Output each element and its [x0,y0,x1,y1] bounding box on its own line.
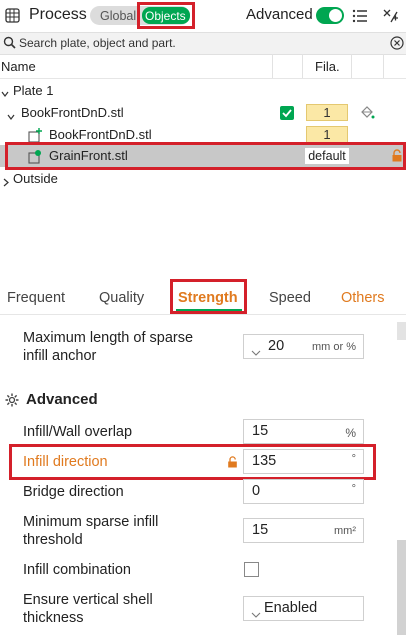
plate-label: Plate 1 [13,83,54,98]
ensure-vertical-value: Enabled [264,600,318,616]
scrollbar-track[interactable] [397,322,406,340]
column-divider [383,54,384,78]
min-sparse-unit: mm² [334,525,356,537]
modifier-icon [27,148,43,164]
infill-combination-checkbox[interactable] [244,562,259,577]
modifier-label: GrainFront.stl [49,148,128,163]
infill-direction-label: Infill direction [23,454,108,470]
min-sparse-value: 15 [252,522,269,538]
tab-speed[interactable]: Speed [269,290,311,306]
infill-wall-overlap-input[interactable]: 15 % [243,419,364,444]
list-icon[interactable] [352,8,368,24]
tab-strength[interactable]: Strength [178,290,238,306]
active-tab-underline [176,309,242,312]
min-sparse-input[interactable]: 15 mm² [243,518,364,543]
lock-icon[interactable] [227,455,238,468]
tab-quality[interactable]: Quality [99,290,144,306]
part-label: BookFrontDnD.stl [49,127,152,142]
column-header-fila[interactable]: Fila. [315,59,340,74]
infill-direction-unit: ° [351,453,356,465]
sparse-anchor-label-line2: infill anchor [23,348,97,364]
bridge-direction-unit: ° [351,483,356,495]
expand-chevron-icon[interactable] [1,85,9,97]
dropdown-chevron-icon[interactable] [251,344,261,356]
min-sparse-label-line1: Minimum sparse infill [23,514,159,530]
search-icon [3,36,16,49]
column-divider [351,54,352,78]
paint-bucket-icon[interactable] [359,105,375,121]
expand-chevron-icon[interactable] [7,108,15,120]
tree-row-object[interactable]: BookFrontDnD.stl 1 [0,102,406,124]
sparse-anchor-label-line1: Maximum length of sparse [23,330,194,346]
bridge-direction-label: Bridge direction [23,484,124,500]
filament-selector[interactable]: 1 [306,104,348,121]
ensure-vertical-label-line2: thickness [23,610,84,626]
object-search-bar [0,32,406,55]
lock-icon[interactable] [391,149,403,162]
filament-selector[interactable]: default [305,148,349,164]
ensure-vertical-select[interactable]: Enabled [243,596,364,621]
ensure-vertical-label-line1: Ensure vertical shell [23,592,153,608]
infill-direction-value: 135 [252,453,277,469]
mode-global-button[interactable]: Global [100,9,136,23]
infill-wall-overlap-label: Infill/Wall overlap [23,424,133,440]
outside-label: Outside [13,171,58,186]
filament-selector[interactable]: 1 [306,126,348,143]
printable-checkbox[interactable] [280,106,294,120]
tree-row-outside[interactable]: Outside [0,168,406,190]
mode-objects-button[interactable]: Objects [142,7,190,24]
column-divider [302,54,303,78]
clear-search-icon[interactable] [390,36,404,50]
gear-icon [4,392,20,408]
advanced-toggle[interactable] [316,7,344,24]
search-input[interactable] [19,35,379,51]
infill-direction-input[interactable]: 135 ° [243,449,364,474]
ensure-vertical-label: Ensure vertical shell thickness [23,591,153,627]
bridge-direction-input[interactable]: 0 ° [243,479,364,504]
scrollbar-thumb[interactable] [397,540,406,635]
toggle-knob [329,9,342,22]
column-divider [272,54,273,78]
bridge-direction-value: 0 [252,483,261,499]
sparse-anchor-input[interactable]: 20 mm or % [243,334,364,359]
mode-objects-label: Objects [145,9,186,23]
header-divider [0,78,406,79]
process-title: Process [29,6,87,23]
min-sparse-label-line2: threshold [23,532,83,548]
column-header-name[interactable]: Name [1,59,36,74]
part-icon [27,127,43,143]
tree-row-part[interactable]: BookFrontDnD.stl 1 [0,124,406,146]
infill-wall-overlap-unit: % [345,426,356,440]
sparse-anchor-unit: mm or % [312,341,356,353]
tree-row-plate[interactable]: Plate 1 [0,80,406,102]
dropdown-chevron-icon[interactable] [251,606,261,618]
sparse-anchor-value: 20 [268,338,285,354]
advanced-label: Advanced [246,6,313,23]
infill-combination-label: Infill combination [23,562,131,578]
compare-icon[interactable] [382,7,399,24]
tab-frequent[interactable]: Frequent [7,290,65,306]
section-title-advanced: Advanced [26,391,98,408]
sparse-anchor-label: Maximum length of sparse infill anchor [23,329,193,365]
collapse-chevron-icon[interactable] [2,174,10,187]
tab-others[interactable]: Others [341,290,385,306]
process-header: Process Global Objects Advanced [0,0,406,32]
min-sparse-label: Minimum sparse infill threshold [23,513,158,549]
process-icon [5,8,20,23]
object-label: BookFrontDnD.stl [21,105,124,120]
settings-tabs: Frequent Quality Strength Speed Others [0,279,406,315]
infill-wall-overlap-value: 15 [252,423,269,439]
tree-row-modifier[interactable]: GrainFront.stl default [0,145,406,167]
